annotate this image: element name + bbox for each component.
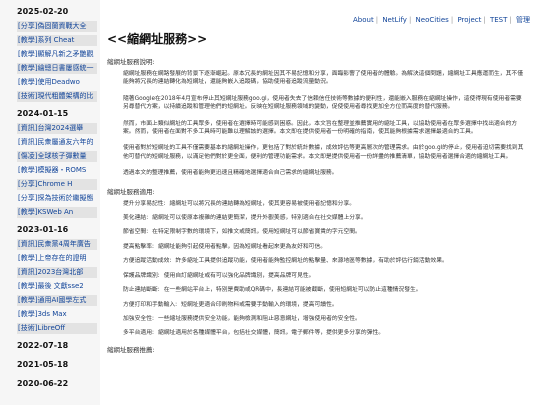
item-label: 方便追蹤活動成效: (123, 258, 172, 265)
paragraph: 然而，市面上類似網址的工具眾多，使用者在選擇時可能感到困惑。因此，本文旨在整理並… (123, 120, 518, 136)
sidebar-link[interactable]: [教學]模擬器・ROMS (17, 165, 97, 176)
nav-neocities[interactable]: NeoCities (416, 16, 449, 24)
sidebar-link[interactable]: [技術]現代粗體架構的比 (17, 91, 97, 102)
list-item: 美化連結: 縮網址可以使原本複雜的連結更簡潔，提升外觀美感，特別適合在社交媒體上分… (107, 214, 525, 222)
page-title: <<縮網址服務>> (107, 32, 208, 46)
item-text: 一些縮址服務提供安全功能，能夠檢測和阻止惡意網址，增強使用者的安全性。 (157, 315, 361, 322)
item-text: 短網址更適合印刷物料或需要手動輸入的環境，提高可讀性。 (181, 301, 338, 308)
sidebar-link[interactable]: [資訊]2023台灣北部 (17, 267, 97, 278)
date-heading: 2024-01-15 (17, 109, 69, 118)
paragraph: 透過本文的整理推薦，使用者能夠更迅速且精確地選擇適合自己需求的縮網址服務。 (123, 170, 338, 177)
item-label: 提升分享易記性: (123, 200, 166, 207)
item-label: 多平台適用: (123, 330, 154, 337)
sidebar-link[interactable]: [教學]上帝存在的證明 (17, 253, 97, 264)
sidebar-link[interactable]: [技術]LibreOff (17, 323, 97, 334)
item-label: 提高點擊率: (123, 243, 154, 250)
paragraph: 縮網址服務在網路發展的背景下逐漸崛起。原本冗長的網址因其不易記憶和分享，面臨影響… (123, 71, 523, 86)
paragraph: 使用者對於短網址的工具不僅需要基本的縮網址操作，更包括了對於統計數據，成效評估等… (123, 145, 524, 160)
item-label: 節省空間: (123, 229, 149, 236)
list-item: 節省空間: 在特定限制字數的環境下，如推文或簡訊，使用短網址可以節省寶貴的字元空間… (107, 228, 525, 236)
section-heading: 縮網址服務適用: (107, 187, 155, 196)
sidebar-link[interactable]: [傷凌]全球核子彈數量 (17, 151, 97, 162)
date-heading: 2020-06-22 (17, 379, 69, 388)
sidebar-link[interactable]: [分享]偽固蘭資戰大全 (17, 21, 97, 32)
date-heading: 2025-02-20 (17, 7, 69, 16)
item-text: 縮網址適用於各種媒體平台，包括社交媒體，簡訊，電子郵件等，提供更多分享的彈性。 (157, 330, 385, 337)
nav-test[interactable]: TEST (490, 16, 507, 24)
item-label: 保護品牌識別: (123, 272, 160, 279)
sidebar-link[interactable]: [教學]使用Deadwo (17, 77, 97, 88)
list-item: 提高點擊率: 縮網址能夠引起使用者點擊，因為短網址看起來更為友好和可信。 (107, 243, 525, 251)
sidebar-group: 2023-01-16 [資訊]民衆黨4周年廣告 [教學]上帝存在的證明 [資訊]… (0, 222, 100, 334)
list-item: 加強安全性: 一些縮址服務提供安全功能，能夠檢測和阻止惡意網址，增強使用者的安全性… (107, 315, 525, 323)
section-heading: 縮網址服務說明: (107, 58, 155, 66)
list-item: 保護品牌識別: 使用自訂縮網址或有可以強化品牌識別，提高品牌可見性。 (107, 272, 525, 280)
sidebar-link[interactable]: [教學]最後 文獻sse2 (17, 281, 97, 292)
list-item: 方便打印和手動輸入: 短網址更適合印刷物料或需要手動輸入的環境，提高可讀性。 (107, 301, 525, 309)
article: <<縮網址服務>> 縮網址服務說明: 縮網址服務在網路發展的背景下逐漸崛起。原本… (107, 26, 525, 358)
top-navigation: About | NetLify | NeoCities | Project | TEST… (353, 16, 530, 24)
item-label: 方便打印和手動輸入: (123, 301, 178, 308)
date-heading: 2023-01-16 (17, 225, 69, 234)
sidebar-link[interactable]: [教學]繪總日書屢感統一 (17, 63, 97, 74)
item-text: 在特定限制字數的環境下，如推文或簡訊，使用短網址可以節省寶貴的字元空間。 (152, 229, 361, 236)
sidebar: 2025-02-20 [分享]偽固蘭資戰大全 [教學]系列 Cheat [教學]… (0, 0, 100, 405)
item-text: 在一些網站平台上，特別是費助或QR碼中，長連結可能被截斷，使用短網址可以防止這種… (163, 287, 422, 294)
nav-netlify[interactable]: NetLify (382, 16, 407, 24)
section-heading: 縮網址服務推薦: (107, 345, 155, 354)
sidebar-link[interactable]: [教學]KSWeb An (17, 207, 97, 218)
item-text: 縮網址能夠引起使用者點擊，因為短網址看起來更為友好和可信。 (157, 243, 327, 250)
sidebar-link[interactable]: [分享]探為技術於繼擬態 (17, 193, 97, 204)
sidebar-link[interactable]: [資訊]民衆黨4周年廣告 (17, 239, 97, 250)
item-text: 許多縮址工具提供追蹤功能，使用者能夠監控網址的點擊量、來源地區等數據，有助於評估… (175, 258, 448, 265)
sidebar-link[interactable]: [分享]Chrome H (17, 179, 97, 190)
item-label: 美化連結: (123, 215, 149, 222)
list-item: 提升分享易記性: 縮網址可以將冗長的連結轉為短網址，使其更容易被使用者記憶和分享。 (107, 200, 525, 208)
item-label: 防止連結斷斷: (123, 287, 160, 294)
nav-project[interactable]: Project (457, 16, 481, 24)
sidebar-link[interactable]: [資訊]台灣2024選舉 (17, 123, 97, 134)
item-text: 使用自訂縮網址或有可以強化品牌識別，提高品牌可見性。 (163, 272, 315, 279)
sidebar-link[interactable]: [教學]3ds Max (17, 309, 97, 320)
nav-about[interactable]: About (353, 16, 374, 24)
item-label: 加強安全性: (123, 315, 154, 322)
sidebar-group: 2025-02-20 [分享]偽固蘭資戰大全 [教學]系列 Cheat [教學]… (0, 4, 100, 102)
sidebar-link[interactable]: [資訊]民衆屬通友六年的 (17, 137, 97, 148)
sidebar-link[interactable]: [教學]系列 Cheat (17, 35, 97, 46)
item-text: 縮網址可以使原本複雜的連結更簡潔，提升外觀美感，特別適合在社交媒體上分享。 (152, 215, 367, 222)
list-item: 方便追蹤活動成效: 許多縮址工具提供追蹤功能，使用者能夠監控網址的點擊量、來源地區… (107, 257, 525, 265)
sidebar-group: 2024-01-15 [資訊]台灣2024選舉 [資訊]民衆屬通友六年的 [傷凌… (0, 106, 100, 218)
list-item: 防止連結斷斷: 在一些網站平台上，特別是費助或QR碼中，長連結可能被截斷，使用短網… (107, 286, 525, 294)
nav-admin[interactable]: 管理 (516, 16, 530, 24)
date-heading: 2021-05-18 (17, 360, 69, 369)
sidebar-link[interactable]: [教學]通用AI國學左式 (17, 295, 97, 306)
list-item: 多平台適用: 縮網址適用於各種媒體平台，包括社交媒體，簡訊，電子郵件等，提供更多分… (107, 329, 525, 337)
paragraph: 隨著Google在2018年4月宣布停止其短網址服務goo.gl，使用者失去了信… (123, 95, 522, 111)
date-heading: 2022-07-18 (17, 341, 69, 350)
sidebar-link[interactable]: [教學]顯解凡新之矛艷觀 (17, 49, 97, 60)
item-text: 縮網址可以將冗長的連結轉為短網址，使其更容易被使用者記憶和分享。 (169, 200, 356, 207)
